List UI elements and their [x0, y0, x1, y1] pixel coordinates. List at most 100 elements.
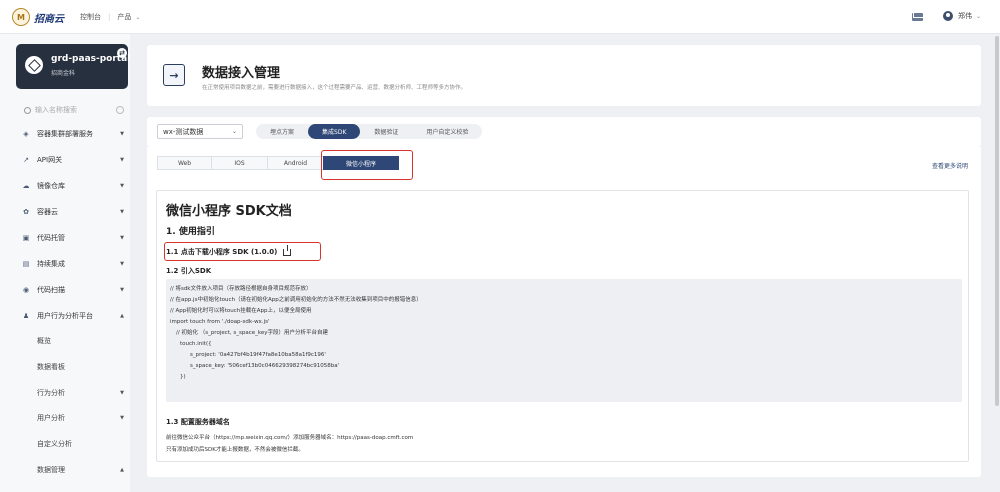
top-bar: M 招商云 控制台 | 产品 ⌄ 郑伟 ⌄: [0, 0, 1000, 34]
chevron-down-icon: ⌄: [231, 128, 237, 135]
sidebar-item-api-gateway[interactable]: ↗ API网关 ▼: [22, 151, 124, 169]
sidebar-search[interactable]: 输入名称搜索: [24, 103, 124, 117]
caret-down-icon: ▼: [120, 131, 124, 137]
project-org: 招商金科: [51, 70, 76, 77]
code-icon: ▣: [22, 234, 30, 242]
sidebar-item-container-deploy[interactable]: ◈ 容器集群部署服务 ▼: [22, 125, 124, 143]
nav-products[interactable]: 产品: [117, 12, 131, 22]
tab-ios[interactable]: IOS: [211, 156, 267, 170]
user-name: 郑伟: [958, 12, 972, 20]
step-tabs: 埋点方案 集成SDK 数据验证 用户自定义校验: [256, 124, 483, 139]
logo-icon: M: [12, 8, 30, 26]
mail-icon[interactable]: [912, 13, 923, 21]
tab-android[interactable]: Android: [267, 156, 323, 170]
tab-tracking-plan[interactable]: 埋点方案: [256, 124, 308, 139]
sidebar-item-container-cloud[interactable]: ✿ 容器云 ▼: [22, 203, 124, 221]
api-icon: ↗: [23, 156, 29, 164]
search-icon: [24, 106, 31, 114]
logo-text: 招商云: [34, 13, 64, 25]
search-input[interactable]: 输入名称搜索: [35, 105, 77, 115]
sidebar-item-label: 容器集群部署服务: [37, 130, 93, 138]
sidebar-item-registry[interactable]: ☁ 镜像仓库 ▼: [22, 177, 125, 195]
dataset-select-value: wx-测试数据: [163, 127, 204, 136]
switch-project-icon[interactable]: ⇄: [117, 48, 127, 58]
sidebar-subitem-label: 数据看板: [37, 363, 65, 371]
sidebar-item-label: API网关: [37, 156, 63, 164]
nav-console[interactable]: 控制台: [80, 12, 101, 22]
code-line: // 将sdk文件放入项目（存放路径根据自身项目规范存放）: [170, 286, 312, 292]
caret-down-icon: ▼: [120, 390, 124, 396]
sidebar-item-label: 代码托管: [37, 234, 65, 242]
project-card[interactable]: grd-paas-portal 招商金科 ⇄: [16, 44, 130, 89]
sidebar-item-label: 持续集成: [37, 260, 65, 268]
data-import-icon: →: [163, 64, 185, 86]
doc-section-domain: 1.3 配置服务器域名: [166, 418, 230, 426]
doc-paragraph: 前往微信公众平台（https://mp.weixin.qq.com/）添加服务器…: [166, 435, 414, 441]
sidebar-subitem-overview[interactable]: 概览: [37, 332, 124, 350]
doc-title: 微信小程序 SDK文档: [166, 204, 292, 219]
sidebar-subitem-label: 数据管理: [37, 466, 65, 474]
caret-down-icon: ▼: [120, 157, 124, 163]
tab-web[interactable]: Web: [157, 156, 211, 170]
caret-down-icon: ▼: [120, 415, 124, 421]
sidebar-item-ci[interactable]: ▤ 持续集成 ▼: [22, 255, 124, 273]
page-title: 数据接入管理: [202, 66, 281, 81]
sidebar-subitem-users[interactable]: 用户分析 ▼: [37, 409, 124, 427]
highlight-box: [164, 242, 321, 261]
sidebar-subitem-label: 行为分析: [37, 389, 65, 397]
page-scrollbar[interactable]: [995, 36, 999, 406]
code-line: // App初始化时可以将touch挂载在App上，以便全局使用: [170, 308, 312, 314]
user-menu[interactable]: 郑伟 ⌄: [943, 11, 981, 21]
more-docs-link[interactable]: 查看更多说明: [932, 161, 968, 170]
doc-paragraph: 只有添加成功后SDK才能上报数据，不然会被微信拦截。: [166, 447, 304, 453]
sidebar-subitem-label: 自定义分析: [37, 440, 72, 448]
code-line: import touch from './doap-sdk-wx.js': [170, 319, 270, 325]
chevron-down-icon[interactable]: ⌄: [135, 14, 140, 21]
caret-up-icon: ▲: [120, 467, 124, 473]
sidebar-item-label: 容器云: [37, 208, 58, 216]
caret-up-icon: ▲: [120, 313, 124, 319]
sidebar-subitem-dashboard[interactable]: 数据看板: [37, 358, 124, 376]
gear-icon[interactable]: [116, 106, 124, 114]
nav-divider: |: [108, 13, 111, 21]
tab-integrate-sdk[interactable]: 集成SDK: [308, 124, 361, 139]
users-icon: ♟: [22, 312, 30, 320]
sidebar-item-label: 代码扫描: [37, 286, 65, 294]
sidebar-subitem-custom[interactable]: 自定义分析: [37, 435, 124, 453]
sidebar-item-code-hosting[interactable]: ▣ 代码托管 ▼: [22, 229, 124, 247]
avatar: [943, 11, 953, 21]
project-icon: [25, 56, 43, 74]
caret-down-icon: ▼: [120, 183, 124, 189]
doc-section-import: 1.2 引入SDK: [166, 267, 212, 275]
code-line: touch.init({: [180, 341, 212, 347]
sidebar: grd-paas-portal 招商金科 ⇄ 输入名称搜索 ◈ 容器集群部署服务 …: [0, 34, 130, 492]
sidebar-subitem-data-mgmt[interactable]: 数据管理 ▲: [37, 461, 124, 479]
caret-down-icon: ▼: [120, 209, 124, 215]
tab-data-validation[interactable]: 数据验证: [360, 124, 412, 139]
build-icon: ▤: [22, 260, 30, 268]
brand-logo[interactable]: M 招商云: [12, 8, 64, 26]
sidebar-item-user-analytics[interactable]: ♟ 用户行为分析平台 ▲: [22, 307, 124, 325]
sdk-panel: Web IOS Android 微信小程序 查看更多说明 微信小程序 SDK文档…: [147, 147, 981, 477]
sidebar-subitem-behavior[interactable]: 行为分析 ▼: [37, 384, 124, 402]
doc-section-usage: 1. 使用指引: [166, 227, 215, 237]
code-line: // 在app.js中初始化touch（请在初始化App之前调用初始化的方法不然…: [170, 297, 422, 303]
sidebar-subitem-label: 概览: [37, 337, 51, 345]
page-header: → 数据接入管理 在正常使用项目数据之前，需要进行数据接入，这个过程需要产品、运…: [147, 45, 981, 106]
caret-down-icon: ▼: [120, 235, 124, 241]
top-nav: 控制台 | 产品 ⌄: [80, 12, 140, 22]
tab-custom-validation[interactable]: 用户自定义校验: [412, 124, 482, 139]
sidebar-item-label: 镜像仓库: [37, 182, 65, 190]
sidebar-item-code-scan[interactable]: ◉ 代码扫描 ▼: [22, 281, 124, 299]
dataset-select[interactable]: wx-测试数据 ⌄: [157, 124, 243, 139]
code-block: // 将sdk文件放入项目（存放路径根据自身项目规范存放） // 在app.js…: [166, 279, 962, 402]
page-description: 在正常使用项目数据之前，需要进行数据接入，这个过程需要产品、运营、数据分析师、工…: [202, 85, 467, 91]
chevron-down-icon: ⌄: [976, 12, 982, 20]
code-line: }): [180, 374, 186, 380]
caret-down-icon: ▼: [120, 287, 124, 293]
cube-icon: ◈: [23, 130, 29, 138]
caret-down-icon: ▼: [120, 261, 124, 267]
sdk-doc: 微信小程序 SDK文档 1. 使用指引 1.1 点击下载小程序 SDK (1.0…: [156, 190, 969, 462]
code-line: s_space_key: '506cef13b0c046629398274bc9…: [190, 363, 340, 369]
cloud-icon: ☁: [22, 182, 30, 190]
